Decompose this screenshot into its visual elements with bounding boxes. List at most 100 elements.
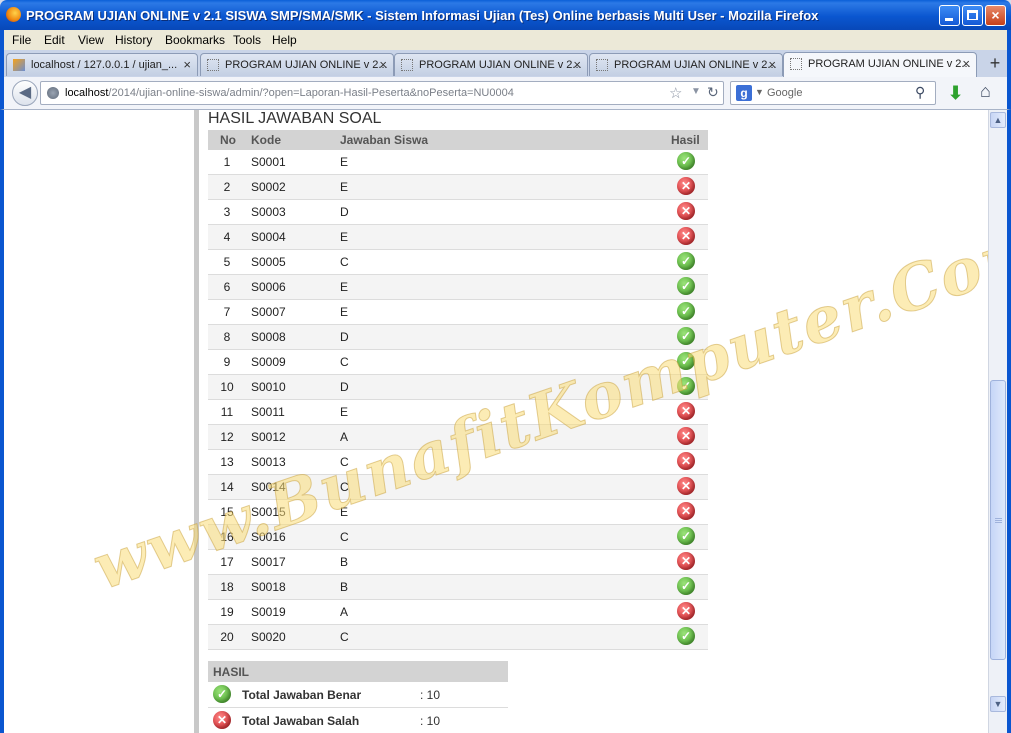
summary-row-correct: ✓ Total Jawaban Benar : 10	[208, 682, 508, 708]
row-kode: S0019	[251, 605, 286, 619]
row-jawaban: A	[340, 605, 349, 619]
back-button[interactable]: ◀	[12, 80, 38, 106]
page-title: HASIL JAWABAN SOAL	[208, 110, 382, 127]
tab-close-icon[interactable]: ×	[379, 57, 387, 72]
row-kode: S0014	[251, 480, 286, 494]
row-jawaban: E	[340, 230, 349, 244]
vertical-scrollbar[interactable]: ▲ ▼	[988, 110, 1007, 733]
menu-history[interactable]: History	[115, 33, 152, 47]
row-jawaban: B	[340, 580, 349, 594]
row-number: 18	[220, 580, 234, 594]
row-kode: S0004	[251, 230, 286, 244]
tab-ujian-1[interactable]: PROGRAM UJIAN ONLINE v 2... ×	[200, 53, 394, 76]
menu-bar: File Edit View History Bookmarks Tools H…	[0, 30, 1011, 50]
row-result: ✕	[677, 177, 695, 195]
table-row: 1 S0001 E ✓	[208, 150, 708, 175]
chevron-down-icon[interactable]: ▼	[755, 87, 764, 97]
url-bar[interactable]: localhost/2014/ujian-online-siswa/admin/…	[40, 81, 724, 105]
summary-value: : 10	[420, 688, 441, 702]
close-button[interactable]: ×	[985, 5, 1006, 26]
summary-label: Total Jawaban Salah	[242, 714, 360, 728]
menu-edit[interactable]: Edit	[44, 33, 65, 47]
sidebar-divider	[194, 110, 199, 733]
row-number: 12	[220, 430, 234, 444]
page-icon	[596, 59, 608, 71]
search-icon[interactable]: ⚲	[915, 84, 925, 101]
firefox-icon	[6, 7, 21, 22]
table-row: 8 S0008 D ✓	[208, 325, 708, 350]
phpmyadmin-icon	[13, 59, 25, 71]
row-result: ✕	[677, 552, 695, 570]
table-row: 10 S0010 D ✓	[208, 375, 708, 400]
row-number: 17	[220, 555, 234, 569]
row-jawaban: E	[340, 180, 349, 194]
cross-circle-icon: ✕	[677, 552, 695, 570]
chevron-down-icon[interactable]: ▼	[691, 86, 701, 97]
check-circle-icon: ✓	[677, 352, 695, 370]
row-number: 10	[220, 380, 234, 394]
menu-tools[interactable]: Tools	[233, 33, 261, 47]
download-icon[interactable]: ⬇	[948, 83, 963, 104]
row-jawaban: D	[340, 380, 349, 394]
row-jawaban: B	[340, 555, 349, 569]
window-title: PROGRAM UJIAN ONLINE v 2.1 SISWA SMP/SMA…	[26, 8, 819, 23]
row-number: 19	[220, 605, 234, 619]
row-result: ✓	[677, 377, 695, 395]
table-row: 6 S0006 E ✓	[208, 275, 708, 300]
search-bar[interactable]: g ▼ Google ⚲	[730, 81, 936, 105]
row-kode: S0013	[251, 455, 286, 469]
row-jawaban: C	[340, 355, 349, 369]
new-tab-button[interactable]: +	[982, 53, 1008, 76]
row-result: ✕	[677, 227, 695, 245]
row-kode: S0018	[251, 580, 286, 594]
row-result: ✕	[677, 502, 695, 520]
table-row: 16 S0016 C ✓	[208, 525, 708, 550]
check-circle-icon: ✓	[677, 627, 695, 645]
row-number: 7	[223, 305, 231, 319]
minimize-button[interactable]	[939, 5, 960, 26]
table-body: 1 S0001 E ✓ 2 S0002 E ✕ 3 S0003 D ✕ 4 S0004 E ✕ 5 S0005 C ✓…	[208, 150, 708, 650]
row-kode: S0010	[251, 380, 286, 394]
maximize-button[interactable]	[962, 5, 983, 26]
tab-label: localhost / 127.0.0.1 / ujian_...	[31, 59, 178, 71]
table-row: 9 S0009 C ✓	[208, 350, 708, 375]
summary-title: HASIL	[213, 665, 249, 679]
check-circle-icon: ✓	[677, 327, 695, 345]
tab-label: PROGRAM UJIAN ONLINE v 2...	[225, 59, 388, 71]
menu-view[interactable]: View	[78, 33, 104, 47]
tab-ujian-3[interactable]: PROGRAM UJIAN ONLINE v 2... ×	[589, 53, 783, 76]
search-input[interactable]: Google	[767, 87, 802, 99]
bookmark-star-icon[interactable]: ☆	[669, 84, 682, 102]
menu-bookmarks[interactable]: Bookmarks	[165, 33, 225, 47]
reload-icon[interactable]: ↻	[707, 84, 719, 101]
tab-close-icon[interactable]: ×	[962, 56, 970, 71]
google-icon[interactable]: g	[736, 85, 752, 101]
table-row: 11 S0011 E ✕	[208, 400, 708, 425]
home-icon[interactable]: ⌂	[980, 81, 991, 102]
cross-circle-icon: ✕	[677, 602, 695, 620]
tab-phpmyadmin[interactable]: localhost / 127.0.0.1 / ujian_... ×	[6, 53, 198, 76]
tab-ujian-active[interactable]: PROGRAM UJIAN ONLINE v 2... ×	[783, 52, 977, 77]
window-titlebar: PROGRAM UJIAN ONLINE v 2.1 SISWA SMP/SMA…	[0, 0, 1011, 30]
row-result: ✕	[677, 427, 695, 445]
url-path: /2014/ujian-online-siswa/admin/?open=Lap…	[108, 87, 514, 99]
grip-icon	[995, 518, 1002, 524]
tab-close-icon[interactable]: ×	[768, 57, 776, 72]
results-table: No Kode Jawaban Siswa Hasil 1 S0001 E ✓ 2 S00…	[208, 130, 708, 650]
tab-close-icon[interactable]: ×	[183, 57, 191, 72]
scroll-thumb[interactable]	[990, 380, 1006, 660]
tab-close-icon[interactable]: ×	[573, 57, 581, 72]
row-number: 16	[220, 530, 234, 544]
tab-bar: localhost / 127.0.0.1 / ujian_... × PROG…	[0, 50, 1011, 77]
table-header: No Kode Jawaban Siswa Hasil	[208, 130, 708, 150]
scroll-up-button[interactable]: ▲	[990, 112, 1006, 128]
col-hasil: Hasil	[671, 133, 700, 147]
row-kode: S0015	[251, 505, 286, 519]
row-jawaban: E	[340, 305, 349, 319]
row-kode: S0017	[251, 555, 286, 569]
menu-file[interactable]: File	[12, 33, 31, 47]
cross-circle-icon: ✕	[677, 502, 695, 520]
tab-ujian-2[interactable]: PROGRAM UJIAN ONLINE v 2... ×	[394, 53, 588, 76]
scroll-down-button[interactable]: ▼	[990, 696, 1006, 712]
menu-help[interactable]: Help	[272, 33, 297, 47]
